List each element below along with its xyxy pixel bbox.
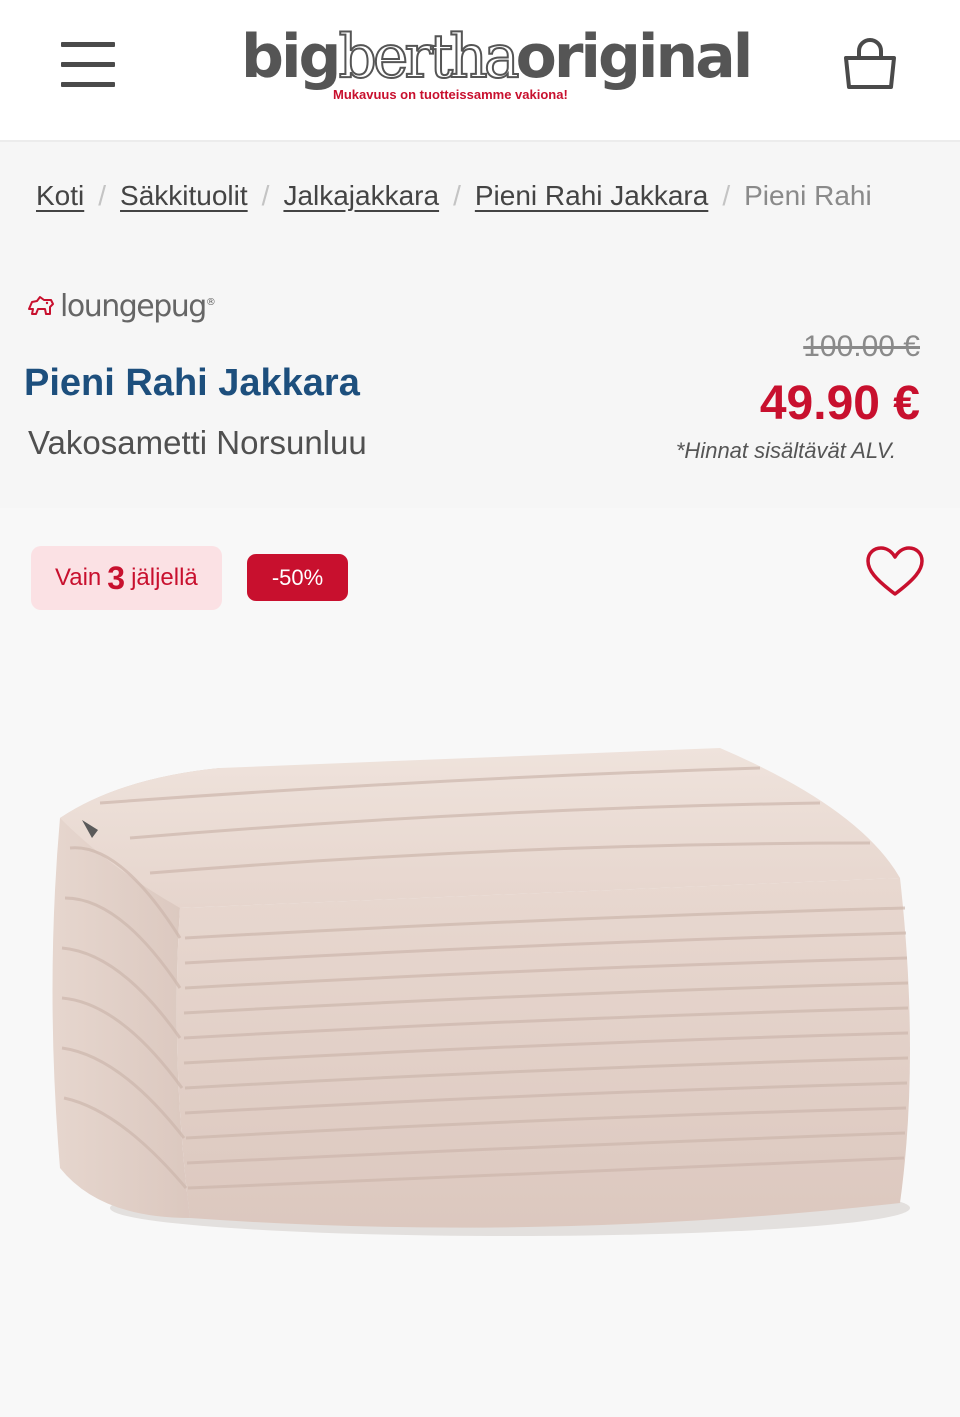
menu-line bbox=[61, 62, 115, 67]
site-logo[interactable]: bigberthaoriginal Mukavuus on tuotteissa… bbox=[241, 21, 753, 112]
vat-note: *Hinnat sisältävät ALV. bbox=[675, 438, 896, 463]
logo-part-bertha: bertha bbox=[337, 21, 520, 93]
logo-tagline: Mukavuus on tuotteissamme vakiona! bbox=[333, 87, 568, 102]
original-price: 100.00 € bbox=[803, 330, 920, 363]
brand-registered-mark: ® bbox=[205, 296, 216, 308]
stock-prefix: Vain bbox=[55, 564, 102, 591]
breadcrumb-current: Pieni Rahi bbox=[744, 180, 872, 211]
hamburger-menu-icon[interactable] bbox=[58, 40, 120, 90]
logo-part-original: original bbox=[515, 22, 754, 92]
site-header: bigberthaoriginal Mukavuus on tuotteissa… bbox=[0, 0, 960, 142]
breadcrumb-link-home[interactable]: Koti bbox=[36, 180, 84, 211]
sale-price: 49.90 € bbox=[759, 377, 920, 430]
stock-suffix: jäljellä bbox=[131, 564, 198, 591]
brand-logo[interactable]: loungepug® bbox=[26, 286, 216, 326]
breadcrumb-link-bean-bags[interactable]: Säkkituolit bbox=[120, 180, 248, 211]
product-image[interactable] bbox=[40, 738, 920, 1288]
logo-part-big: big bbox=[241, 22, 341, 92]
pug-icon bbox=[28, 296, 54, 315]
heart-icon[interactable] bbox=[865, 544, 925, 600]
menu-line bbox=[61, 42, 115, 47]
discount-badge: -50% bbox=[247, 554, 348, 601]
brand-name-text: loungepug bbox=[60, 288, 207, 324]
stock-badge: Vain 3 jäljellä bbox=[31, 546, 222, 610]
shopping-bag-icon[interactable] bbox=[840, 38, 900, 94]
breadcrumb-link-footstools[interactable]: Jalkajakkara bbox=[283, 180, 439, 211]
breadcrumb-separator: / bbox=[453, 180, 461, 211]
logo-wordmark: bigberthaoriginal bbox=[241, 21, 754, 93]
product-title: Pieni Rahi Jakkara bbox=[24, 362, 360, 404]
product-gallery: Vain 3 jäljellä -50% bbox=[0, 508, 960, 1417]
breadcrumb-separator: / bbox=[98, 180, 107, 211]
breadcrumb-separator: / bbox=[722, 180, 731, 211]
breadcrumb-separator: / bbox=[261, 180, 270, 211]
menu-line bbox=[61, 82, 115, 87]
stock-count: 3 bbox=[107, 559, 126, 596]
product-variant: Vakosametti Norsunluu bbox=[28, 424, 367, 461]
breadcrumb: Koti / Säkkituolit / Jalkajakkara / Pieni Rahi… bbox=[36, 178, 872, 218]
brand-name: loungepug® bbox=[60, 288, 216, 324]
breadcrumb-link-product[interactable]: Pieni Rahi Jakkara bbox=[475, 180, 708, 211]
